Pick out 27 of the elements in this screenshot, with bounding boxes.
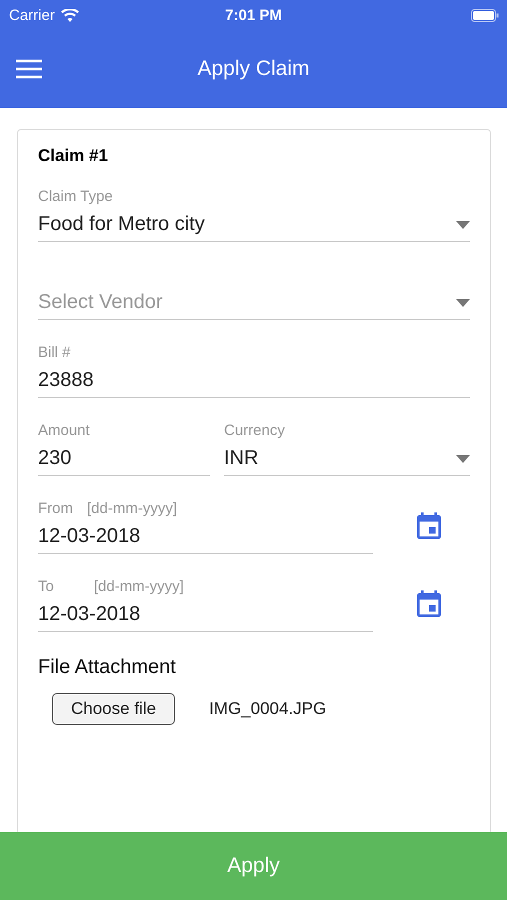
- date-field[interactable]: 12-03-2018: [38, 520, 373, 554]
- caret-icon: [456, 220, 470, 228]
- date-format-hint: [dd-mm-yyyy]: [94, 578, 184, 597]
- menu-icon[interactable]: [15, 59, 43, 79]
- field-label: Currency: [224, 422, 286, 441]
- caret-icon: [456, 454, 470, 462]
- field-label: Amount: [38, 422, 91, 441]
- caret-icon: [456, 298, 470, 306]
- carrier-label: Carrier: [9, 6, 55, 24]
- date-field[interactable]: 12-03-2018: [38, 598, 373, 632]
- wifi-icon: [60, 8, 79, 22]
- field-label: From: [38, 500, 73, 519]
- clock-time: 7:01 PM: [225, 6, 282, 24]
- choose-file-button[interactable]: Choose file: [52, 693, 176, 725]
- field-label: To: [38, 578, 54, 597]
- select-field[interactable]: INR: [224, 442, 470, 476]
- date-format-hint: [dd-mm-yyyy]: [87, 500, 177, 519]
- card-title: Claim #1: [38, 146, 109, 166]
- select-field[interactable]: Food for Metro city: [38, 208, 470, 242]
- battery-icon: [471, 8, 499, 22]
- field-label: Bill #: [38, 344, 72, 363]
- file-name: IMG_0004.JPG: [209, 699, 326, 719]
- input-field[interactable]: 230: [38, 442, 210, 476]
- section-heading: File Attachment: [38, 656, 177, 679]
- screen-title: Apply Claim: [197, 57, 310, 81]
- input-field[interactable]: 23888: [38, 364, 470, 398]
- field-label: Claim Type: [38, 188, 114, 207]
